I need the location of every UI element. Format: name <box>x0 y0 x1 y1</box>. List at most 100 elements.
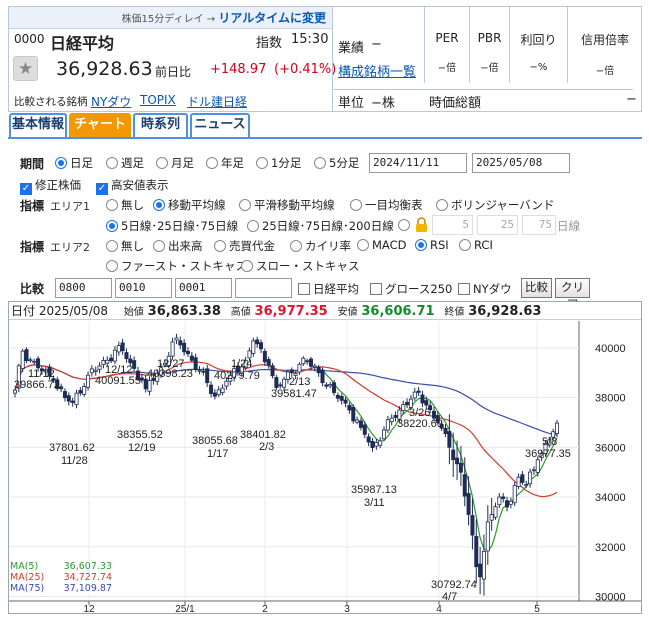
period-monthly[interactable]: 月足 <box>156 155 194 171</box>
candle-body <box>274 377 279 389</box>
unit-label: 単位 <box>338 96 365 111</box>
period-5min[interactable]: 5分足 <box>314 155 359 171</box>
ohlc-readout: 日付 2025/05/08 始値 36,863.38 高値 36,977.35 … <box>9 302 641 320</box>
area1-moving-average[interactable]: 移動平均線 <box>153 197 226 213</box>
y-axis-ticks: 40000 38000 36000 34000 32000 30000 <box>595 343 626 604</box>
area2-rsi[interactable]: RSI <box>415 238 449 252</box>
current-price: 36,928.63 <box>56 58 153 80</box>
favorite-star-button[interactable]: ★ <box>13 56 38 81</box>
candle-body <box>516 476 521 487</box>
area1-smoothed-ma[interactable]: 平滑移動平均線 <box>239 197 335 213</box>
candle-body <box>143 378 148 390</box>
candle-body <box>458 462 463 473</box>
candle-body <box>105 359 110 364</box>
candle-body <box>401 404 406 411</box>
candle-body <box>466 493 471 515</box>
compare-code-4[interactable] <box>235 278 292 298</box>
annotation-label: 3/11 <box>364 497 385 509</box>
radio-icon <box>239 199 251 211</box>
area2-volume[interactable]: 出来高 <box>153 238 203 254</box>
margin-value: −倍 <box>595 66 615 77</box>
mcap-value: − <box>626 92 637 107</box>
highlow-checkbox[interactable]: ✓ 高安値表示 <box>96 177 169 195</box>
tab-chart[interactable]: チャート <box>69 113 131 137</box>
area1-ichimoku[interactable]: 一目均衡表 <box>350 197 423 213</box>
compare-button[interactable]: 比較 <box>521 278 552 298</box>
candle-body <box>485 521 490 552</box>
area2-none[interactable]: 無し <box>106 238 144 254</box>
custom-ma1-input[interactable]: 5 <box>432 215 473 235</box>
annotation-label: 39581.47 <box>271 388 317 400</box>
period-weekly[interactable]: 週足 <box>106 155 144 171</box>
candle-body <box>128 358 133 364</box>
compare-link-dollar-nikkei[interactable]: ドル建日経 <box>187 93 247 110</box>
delay-note: 株価15分ディレイ → <box>121 14 216 25</box>
tab-timeseries[interactable]: 時系列 <box>133 113 188 137</box>
gyoseki-value: − <box>371 37 382 52</box>
candle-body <box>170 341 175 357</box>
tab-news[interactable]: ニュース <box>190 113 250 137</box>
area2-turnover[interactable]: 売買代金 <box>214 238 275 254</box>
ohlc-close-label: 終値 <box>444 307 465 318</box>
candle-body <box>28 359 33 362</box>
custom-ma3-input[interactable]: 75 <box>522 215 556 235</box>
annotation-label: 38355.52 <box>117 429 163 441</box>
custom-ma2-input[interactable]: 25 <box>477 215 518 235</box>
radio-icon <box>106 260 118 272</box>
compare-check-nydow[interactable]: NYダウ <box>458 281 512 297</box>
checkbox-checked-icon: ✓ <box>96 183 108 195</box>
clear-button[interactable]: クリア <box>555 278 590 311</box>
candle-body <box>109 357 114 362</box>
ohlc-open-label: 始値 <box>123 307 144 318</box>
indicator-area2-label: 指標 エリア2 <box>20 240 91 254</box>
compare-link-nydow[interactable]: NYダウ <box>91 93 131 110</box>
candle-body <box>493 506 498 518</box>
candle-body <box>289 369 294 374</box>
radio-icon <box>398 219 410 231</box>
compare-link-topix[interactable]: TOPIX <box>140 93 176 107</box>
area1-bollinger[interactable]: ボリンジャーバンド <box>436 197 554 213</box>
ma-set-5-25-75[interactable]: 5日線･25日線･75日線 <box>106 218 238 234</box>
area2-slow-stochastics[interactable]: スロー・ストキャス <box>241 258 360 274</box>
period-daily[interactable]: 日足 <box>55 155 93 171</box>
ohlc-high-label: 高値 <box>230 307 251 318</box>
candle-body <box>32 360 37 363</box>
candle-body <box>512 485 517 504</box>
candle-body <box>216 389 221 396</box>
candle-body <box>351 406 356 422</box>
stock-name: 日経平均 <box>50 34 115 53</box>
annotation-label: 5/8 <box>542 436 557 448</box>
ma-set-25-75-200[interactable]: 25日線･75日線･200日線 <box>247 218 394 234</box>
ma-set-custom[interactable] <box>398 218 413 232</box>
area1-none[interactable]: 無し <box>106 197 144 213</box>
lock-icon <box>415 217 428 232</box>
annotation-label: 1/17 <box>207 448 228 460</box>
date-to-input[interactable]: 2025/05/08 <box>472 153 570 173</box>
ma5-line <box>322 369 558 552</box>
compare-code-1[interactable]: 0800 <box>55 278 112 298</box>
area2-rci[interactable]: RCI <box>459 238 493 252</box>
period-1min[interactable]: 1分足 <box>256 155 301 171</box>
compare-check-growth250[interactable]: グロース250 <box>370 281 452 297</box>
mcap-label: 時価総額 <box>429 96 482 111</box>
area2-macd[interactable]: MACD <box>357 238 406 252</box>
radio-icon <box>106 157 118 169</box>
annotation-label: 30792.74 <box>431 579 477 591</box>
compare-code-3[interactable]: 0001 <box>175 278 232 298</box>
area2-fast-stochastics[interactable]: ファースト・ストキャス <box>106 258 247 274</box>
checkbox-empty-icon <box>458 283 470 295</box>
candle-body <box>259 342 264 350</box>
annotation-label: 4/7 <box>442 591 457 603</box>
realtime-link[interactable]: リアルタイムに変更 <box>218 11 326 25</box>
candle-body <box>185 350 190 355</box>
compare-code-2[interactable]: 0010 <box>115 278 172 298</box>
adjusted-price-checkbox[interactable]: ✓ 修正株価 <box>20 177 81 195</box>
date-from-input[interactable]: 2024/11/11 <box>369 153 467 173</box>
compare-check-nikkei[interactable]: 日経平均 <box>298 281 359 297</box>
tab-basic-info[interactable]: 基本情報 <box>9 113 67 137</box>
area2-deviation[interactable]: カイリ率 <box>290 238 351 254</box>
constituents-link[interactable]: 構成銘柄一覧 <box>338 61 416 80</box>
period-yearly[interactable]: 年足 <box>206 155 244 171</box>
ohlc-low: 36,606.71 <box>361 304 435 319</box>
y-tick-label: 36000 <box>595 442 626 454</box>
